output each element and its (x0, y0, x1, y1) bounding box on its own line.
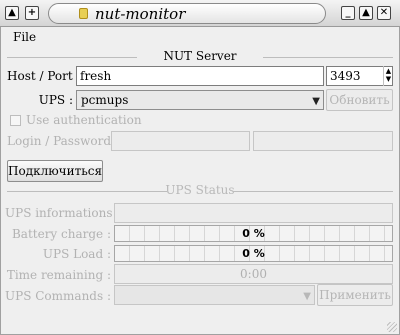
add-icon[interactable]: + (25, 6, 39, 20)
ups-label: UPS : (38, 93, 73, 107)
ups-commands-select[interactable]: ▼ (114, 285, 315, 305)
ups-selected-value: pcmups (81, 93, 129, 107)
section-title-server: NUT Server (163, 49, 237, 63)
spin-down-icon[interactable]: ▼ (384, 76, 393, 83)
section-title-status: UPS Status (165, 183, 235, 197)
refresh-button[interactable]: Обновить (326, 89, 393, 111)
window-body: File NUT Server Host / Port : fresh 3493… (0, 27, 400, 335)
window-title: nut-monitor (95, 5, 186, 23)
ups-load-bar: 0 % (114, 245, 393, 262)
port-value: 3493 (330, 69, 361, 83)
use-auth-label: Use authentication (26, 113, 142, 127)
battery-charge-label: Battery charge : (11, 227, 111, 241)
menu-file[interactable]: File (13, 30, 36, 44)
host-port-label: Host / Port : (7, 69, 81, 83)
login-password-label: Login / Password : (7, 134, 119, 148)
chevron-down-icon: ▼ (303, 291, 311, 302)
use-auth-checkbox[interactable] (10, 115, 21, 126)
battery-charge-bar: 0 % (114, 225, 393, 242)
battery-charge-value: 0 % (242, 227, 265, 240)
ups-info-label: UPS informations : (5, 206, 121, 220)
time-remaining-label: Time remaining : (6, 268, 111, 282)
maximize-icon[interactable]: ▲ (359, 6, 373, 20)
title-tab[interactable]: nut-monitor (48, 3, 326, 24)
arrow-up-icon[interactable]: ▲ (5, 6, 19, 20)
close-icon[interactable]: ✕ (377, 6, 391, 20)
ups-select[interactable]: pcmups ▼ (76, 90, 324, 110)
connect-button[interactable]: Подключиться (7, 160, 103, 182)
ups-info-field (114, 203, 393, 223)
chevron-down-icon: ▼ (312, 96, 320, 107)
menu-bar: File (1, 27, 399, 47)
section-divider (233, 191, 393, 192)
apply-button[interactable]: Применить (317, 284, 393, 306)
password-input[interactable] (253, 131, 393, 151)
minimize-icon[interactable]: _ (341, 6, 355, 20)
ups-load-label: UPS Load : (42, 247, 111, 261)
port-input[interactable]: 3493 ▲ ▼ (326, 66, 393, 86)
spin-up-icon[interactable]: ▲ (384, 68, 393, 75)
title-bar: ▲ + nut-monitor _ ▲ ✕ (0, 0, 400, 27)
login-input[interactable] (111, 131, 250, 151)
time-remaining-field: 0:00 (114, 264, 393, 284)
port-spinner[interactable]: ▲ ▼ (383, 66, 392, 86)
ups-commands-label: UPS Commands : (5, 289, 111, 303)
host-input[interactable]: fresh (76, 66, 324, 86)
app-icon (79, 8, 88, 19)
section-divider (263, 57, 393, 58)
ups-load-value: 0 % (242, 247, 265, 260)
resize-grip[interactable] (387, 322, 397, 332)
